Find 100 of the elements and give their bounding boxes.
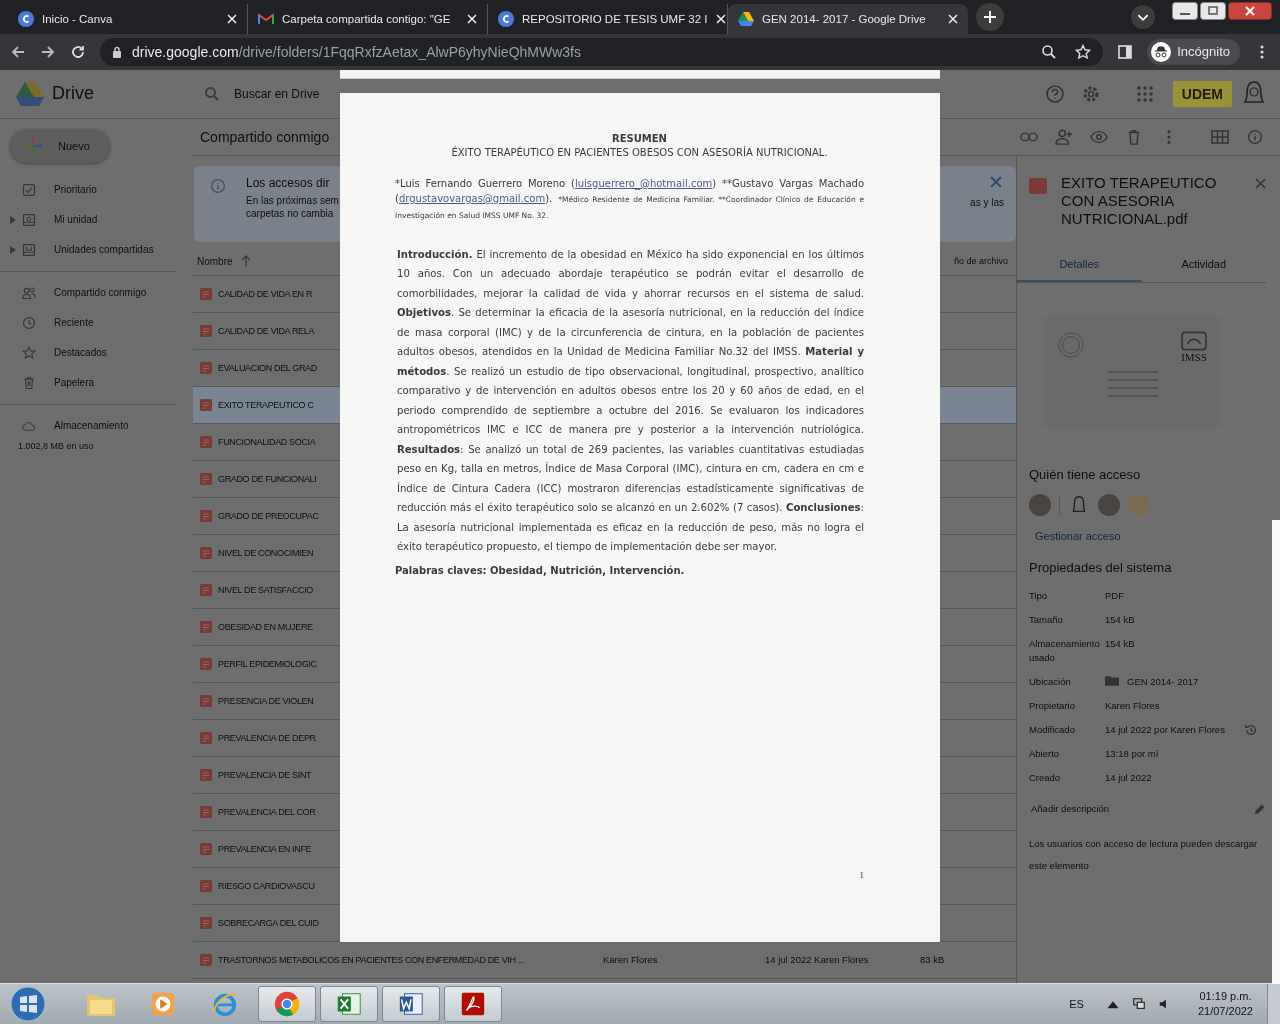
address-field[interactable]: drive.google.com/drive/folders/1FqqRxfzAetax_AlwP6yhyNieQhMWw3fs (100, 37, 1104, 66)
property-label: Creado (1029, 770, 1062, 785)
clock[interactable]: 01:19 p.m. 21/07/2022 (1197, 989, 1253, 1019)
new-tab-button[interactable] (976, 2, 1004, 31)
tab-title: Inicio - Canva (42, 12, 114, 25)
show-desktop-button[interactable] (1267, 984, 1280, 1024)
file-name: PREVALENCIA DE DEPR (218, 732, 316, 743)
taskbar-app[interactable] (444, 986, 502, 1022)
browser-tab[interactable]: Carpeta compartida contigo: "GE (248, 3, 488, 34)
pdf-badge-icon (1029, 177, 1047, 194)
browser-tab[interactable]: GEN 2014- 2017 - Google Drive (728, 3, 968, 34)
apps-grid-icon[interactable] (1134, 83, 1155, 104)
pdf-file-icon (200, 731, 212, 744)
back-icon[interactable] (10, 43, 26, 60)
eye-icon[interactable] (1090, 128, 1108, 145)
panel-tab[interactable]: Actividad (1141, 251, 1266, 282)
pdf-file-icon (200, 953, 212, 966)
property-value: GEN 2014- 2017 (1127, 674, 1200, 689)
storage-item[interactable]: Almacenamiento (0, 410, 192, 441)
file-name: PERFIL EPIDEMIOLOGIC (218, 658, 317, 669)
pdf-file-icon (200, 435, 212, 448)
forward-icon[interactable] (40, 43, 56, 60)
logo-text: IMSS (1181, 350, 1207, 363)
tab-title: Carpeta compartida contigo: "GE (282, 12, 452, 25)
nav-item[interactable]: Mi unidad (0, 204, 192, 235)
info-icon[interactable] (1246, 128, 1264, 145)
start-button[interactable] (10, 986, 46, 1022)
taskbar-app[interactable] (258, 986, 316, 1022)
description-field[interactable]: Añadir descripción (1031, 802, 1110, 815)
expand-arrow-icon[interactable] (10, 245, 16, 254)
minimize-icon[interactable] (1172, 2, 1198, 20)
drive-icon (22, 212, 36, 227)
section-heading: Propiedades del sistema (1029, 559, 1173, 575)
drive-logo-icon (738, 10, 754, 27)
file-name: PREVALENCIA DEL COR (218, 806, 316, 817)
keywords: Palabras claves: Obesidad, Nutrición, Intervención. (395, 564, 686, 576)
account-badge[interactable]: UDEM (1172, 80, 1232, 107)
column-header[interactable]: ño de archivo (953, 256, 1008, 267)
page-heading: Compartido conmigo (200, 128, 330, 145)
eagle-emblem-icon (1181, 330, 1207, 351)
taskbar-app[interactable] (320, 986, 378, 1022)
seal-icon (1057, 330, 1085, 359)
nav-item[interactable]: Destacados (0, 337, 192, 368)
close-icon[interactable] (1228, 2, 1272, 20)
network-icon[interactable] (1131, 997, 1146, 1011)
zoom-icon[interactable] (1041, 43, 1058, 60)
page-number: 1 (859, 869, 864, 880)
panel-tab[interactable]: Detalles (1017, 251, 1142, 282)
nav-item[interactable]: Prioritario (0, 174, 192, 205)
property-value: 14 jul 2022 (1105, 770, 1153, 785)
file-name: PRESENCIA DE VIOLEN (218, 695, 314, 706)
search-field[interactable]: Buscar en Drive (192, 85, 344, 102)
pdf-file-icon (200, 583, 212, 596)
file-name: RIESGO CARDIOVASCU (218, 880, 315, 891)
manage-access-link[interactable]: Gestionar acceso (1035, 529, 1266, 542)
side-panel-icon[interactable] (1117, 43, 1134, 60)
history-icon[interactable] (1244, 722, 1258, 737)
chrome-logo-icon (272, 990, 302, 1018)
nav-item[interactable]: Unidades compartidas (0, 234, 192, 265)
column-header[interactable]: Nombre (197, 255, 233, 267)
shared-drive-icon (22, 242, 36, 257)
gmail-logo-icon (258, 10, 274, 27)
banner-title: Los accesos dir (246, 175, 331, 190)
document-heading: RESUMEN (611, 132, 668, 144)
property-value: 154 kB (1105, 636, 1136, 651)
expand-arrow-icon[interactable] (10, 215, 16, 224)
nav-item[interactable]: Papelera (0, 367, 192, 398)
file-name: OBESIDAD EN MUJERE (218, 621, 313, 632)
property-label: Almacenamiento usado (1029, 636, 1101, 665)
document-title: ÉXITO TERAPÉUTICO EN PACIENTES OBESOS CON ASESORÍA NUTRICIONAL. (450, 146, 829, 158)
canva-logo-icon (18, 10, 34, 27)
banner-text: carpetas no cambia (246, 206, 335, 220)
browser-tab[interactable]: REPOSITORIO DE TESIS UMF 32 I (488, 3, 728, 34)
plus-icon (24, 136, 42, 155)
star-icon[interactable] (1075, 43, 1092, 60)
sort-arrow-icon[interactable] (240, 255, 251, 268)
nav-item[interactable]: Compartido conmigo (0, 277, 192, 308)
avatar-icon (1098, 493, 1120, 516)
profile-button[interactable]: Incógnito (1147, 38, 1240, 65)
maximize-icon[interactable] (1200, 2, 1226, 20)
panel-note: Los usuarios con acceso de lectura pueden descargar este elemento (1029, 836, 1259, 873)
search-icon (204, 85, 220, 102)
avatar-icon (1029, 493, 1051, 516)
taskbar-app[interactable] (382, 986, 440, 1022)
browser-tab[interactable]: Inicio - Canva (8, 3, 248, 34)
nav-item[interactable]: Reciente (0, 307, 192, 338)
help-icon[interactable] (1044, 83, 1065, 104)
property-value: PDF (1105, 588, 1125, 603)
checkbox-icon (22, 182, 36, 197)
file-name: CALIDAD DE VIDA RELA (218, 325, 315, 336)
new-button[interactable]: Nuevo (10, 128, 110, 163)
add-person-icon[interactable] (1055, 128, 1073, 145)
email-link[interactable]: luisguerrero_@hotmail.com (574, 177, 713, 189)
grid-view-icon[interactable] (1211, 128, 1229, 145)
pencil-icon[interactable] (1254, 802, 1266, 815)
caret-icon[interactable] (1130, 3, 1156, 30)
language-indicator[interactable]: ES (1069, 998, 1084, 1010)
clock-icon (22, 315, 36, 330)
reload-icon[interactable] (70, 43, 86, 60)
shared-folder-icon (1105, 674, 1119, 686)
